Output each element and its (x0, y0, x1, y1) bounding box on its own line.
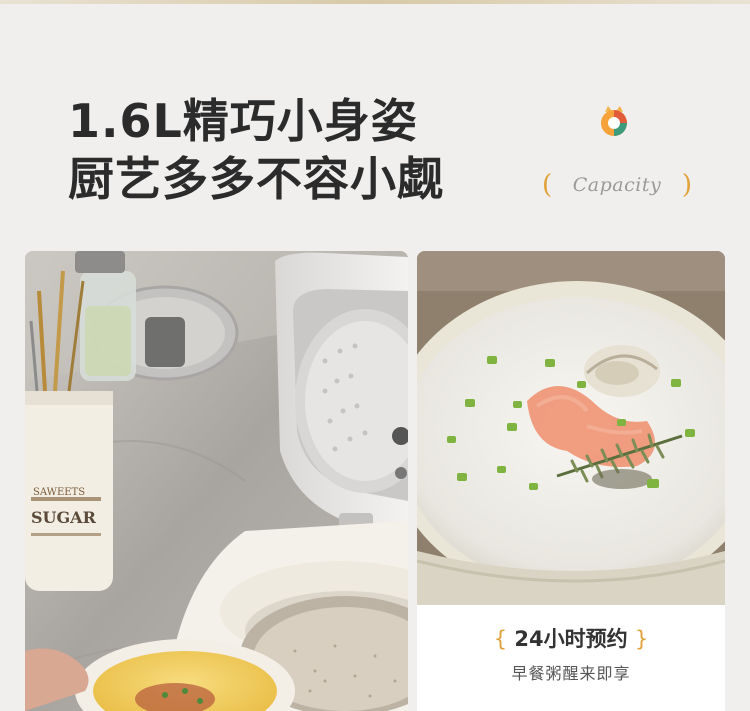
brand-badge-icon (601, 106, 627, 136)
congee-bowl-scene (417, 251, 725, 605)
headline: 1.6L精巧小身姿 厨艺多多不容小觑 (68, 92, 444, 208)
sugar-label: SUGAR (31, 508, 97, 527)
capacity-label: Capacity (572, 174, 662, 196)
feature-close-brace: } (634, 627, 649, 651)
top-decor-strip (0, 0, 750, 4)
headline-line-2: 厨艺多多不容小觑 (68, 152, 444, 206)
headline-line-1: 1.6L精巧小身姿 (68, 94, 418, 148)
capacity-open-paren: ( (542, 170, 553, 200)
feature-title-row: { 24小时预约 } (417, 625, 725, 653)
feature-caption-card: { 24小时预约 } 早餐粥醒来即享 (417, 605, 725, 711)
feature-subtitle: 早餐粥醒来即享 (511, 664, 631, 683)
rice-cooker-scene: SAWEETS SUGAR (25, 251, 408, 711)
congee-bowl-photo (417, 251, 725, 605)
capacity-tag: ( Capacity ) (542, 168, 692, 202)
feature-title: 24小时预约 (514, 627, 628, 651)
capacity-close-paren: ) (681, 170, 692, 200)
feature-open-brace: { (493, 627, 508, 651)
jar-top-text: SAWEETS (33, 487, 85, 498)
rice-cooker-photo: SAWEETS SUGAR (25, 251, 408, 711)
